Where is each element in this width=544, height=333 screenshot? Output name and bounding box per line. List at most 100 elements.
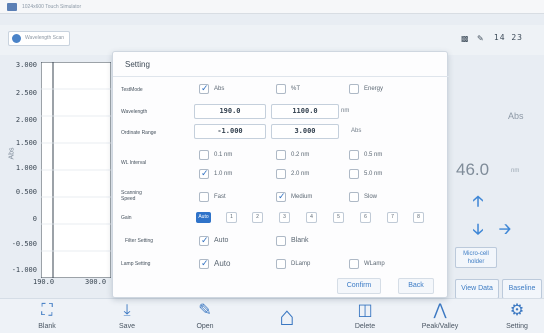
lamp-dlamp-label: DLamp xyxy=(291,261,311,267)
speed-slow-checkbox[interactable] xyxy=(349,192,359,202)
window-title: 1024x600 Touch Simulator xyxy=(22,4,82,10)
gain-8-button[interactable]: 8 xyxy=(413,212,424,223)
wavelength-start-input[interactable]: 190.0 xyxy=(194,104,266,119)
wavelength-unit: nm xyxy=(511,168,520,174)
speed-fast-checkbox[interactable] xyxy=(199,192,209,202)
wl-interval-label: WL Interval xyxy=(121,160,147,166)
ordinate-range-label: Ordinate Range xyxy=(121,130,157,136)
save-label: Save xyxy=(119,323,135,330)
ordinate-max-input[interactable]: 3.000 xyxy=(271,124,339,139)
pen-icon[interactable]: ✎ xyxy=(477,34,484,43)
interval-2-0-label: 2.0 nm xyxy=(291,171,310,177)
printer-icon[interactable]: ▩ xyxy=(461,34,469,43)
y-tick-label: -1.000 xyxy=(11,266,37,274)
gear-icon: ⚙ xyxy=(509,302,525,319)
trash-icon: ◫ xyxy=(357,302,373,319)
filter-auto-label: Auto xyxy=(214,237,229,244)
filter-blank-checkbox[interactable] xyxy=(276,236,286,246)
gain-7-button[interactable]: 7 xyxy=(387,212,398,223)
interval-2-0-checkbox[interactable] xyxy=(276,169,286,179)
filter-auto-checkbox[interactable] xyxy=(199,235,209,246)
delete-button[interactable]: ◫ Delete xyxy=(338,301,392,330)
confirm-button[interactable]: Confirm xyxy=(337,278,381,294)
ordinate-unit-label: Abs xyxy=(351,128,362,134)
y-tick-label: 3.000 xyxy=(15,61,37,69)
baseline-button[interactable]: Baseline xyxy=(502,279,542,299)
energy-checkbox[interactable] xyxy=(349,84,359,94)
speed-slow-label: Slow xyxy=(364,194,378,200)
interval-0-2-checkbox[interactable] xyxy=(276,150,286,160)
arrow-right-icon[interactable]: 🡢 xyxy=(496,221,514,239)
interval-5-0-checkbox[interactable] xyxy=(349,169,359,179)
bottom-toolbar: ⛶ Blank ⤓ Save ✎ Open ⌂ ◫ Delete ⋀ Peak/… xyxy=(0,298,544,333)
arrow-down-icon[interactable]: 🡣 xyxy=(469,221,487,239)
blank-button[interactable]: ⛶ Blank xyxy=(20,301,74,330)
y-tick-label: 1.500 xyxy=(15,139,37,147)
y-tick-label: 2.500 xyxy=(15,89,37,97)
right-panel: Abs 46.0 nm 🡡 🡣 🡢 Micro-cell holder View… xyxy=(449,54,544,299)
interval-0-5-checkbox[interactable] xyxy=(349,150,359,160)
interval-0-1-checkbox[interactable] xyxy=(199,150,209,160)
gain-4-button[interactable]: 4 xyxy=(306,212,317,223)
clock: 14 23 xyxy=(493,33,523,42)
interval-5-0-label: 5.0 nm xyxy=(364,171,383,177)
blank-icon: ⛶ xyxy=(41,302,53,319)
gain-3-button[interactable]: 3 xyxy=(279,212,290,223)
gain-1-button[interactable]: 1 xyxy=(226,212,237,223)
lamp-auto-checkbox[interactable] xyxy=(199,258,209,269)
speed-fast-label: Fast xyxy=(214,194,226,200)
transmittance-checkbox[interactable] xyxy=(276,84,286,94)
gain-5-button[interactable]: 5 xyxy=(333,212,344,223)
blank-label: Blank xyxy=(38,323,56,330)
abs-label: Abs xyxy=(214,86,225,92)
x-tick-label: 300.0 xyxy=(85,278,107,286)
micro-cell-holder-button[interactable]: Micro-cell holder xyxy=(455,247,497,268)
open-label: Open xyxy=(196,323,214,330)
settings-dialog: Setting TestMode Abs %T Energy Wavelengt… xyxy=(112,51,449,298)
wavelength-readout: 46.0 xyxy=(456,160,490,179)
micro-cell-label-2: holder xyxy=(467,259,485,265)
home-toolbar-button[interactable]: ⌂ xyxy=(260,301,314,333)
abs-checkbox[interactable] xyxy=(199,83,209,94)
lamp-wlamp-checkbox[interactable] xyxy=(349,259,359,269)
setting-button[interactable]: ⚙ Setting xyxy=(490,301,544,330)
peak-valley-label: Peak/Valley xyxy=(421,323,459,330)
dialog-divider xyxy=(113,76,449,77)
lamp-dlamp-checkbox[interactable] xyxy=(276,259,286,269)
interval-0-1-label: 0.1 nm xyxy=(214,152,233,158)
arrow-up-icon[interactable]: 🡡 xyxy=(469,193,487,211)
house-icon: ⌂ xyxy=(279,301,295,331)
peak-valley-button[interactable]: ⋀ Peak/Valley xyxy=(413,301,467,330)
testmode-label: TestMode xyxy=(121,87,143,93)
scanning-speed-label: Scanning Speed xyxy=(121,190,142,202)
view-data-button[interactable]: View Data xyxy=(455,279,499,299)
interval-0-5-label: 0.5 nm xyxy=(364,152,383,158)
lamp-setting-label: Lamp Setting xyxy=(121,261,151,267)
plot-area xyxy=(41,62,111,278)
gain-2-button[interactable]: 2 xyxy=(252,212,263,223)
app-icon xyxy=(7,3,17,11)
gain-auto-button[interactable]: Auto xyxy=(196,212,211,223)
gain-label: Gain xyxy=(121,215,132,221)
peak-valley-icon: ⋀ xyxy=(433,302,447,319)
unit-label: Abs xyxy=(508,111,524,121)
home-button[interactable]: Wavelength Scan xyxy=(8,31,70,46)
open-button[interactable]: ✎ Open xyxy=(178,301,232,330)
open-icon: ✎ xyxy=(198,302,212,319)
interval-1-0-checkbox[interactable] xyxy=(199,168,209,179)
y-tick-label: 2.000 xyxy=(15,116,37,124)
wavelength-end-input[interactable]: 1100.0 xyxy=(271,104,339,119)
home-button-label: Wavelength Scan xyxy=(25,35,65,41)
wavelength-label: Wavelength xyxy=(121,109,148,115)
back-button[interactable]: Back xyxy=(398,278,434,294)
y-tick-label: 0.500 xyxy=(15,188,37,196)
ordinate-min-input[interactable]: -1.000 xyxy=(194,124,266,139)
delete-label: Delete xyxy=(354,323,376,330)
speed-medium-checkbox[interactable] xyxy=(276,191,286,202)
window-title-bar: 1024x600 Touch Simulator xyxy=(0,0,544,14)
interval-0-2-label: 0.2 nm xyxy=(291,152,310,158)
save-button[interactable]: ⤓ Save xyxy=(100,301,154,330)
gain-6-button[interactable]: 6 xyxy=(360,212,371,223)
setting-label: Setting xyxy=(506,323,528,330)
y-tick-label: 0 xyxy=(32,215,37,223)
